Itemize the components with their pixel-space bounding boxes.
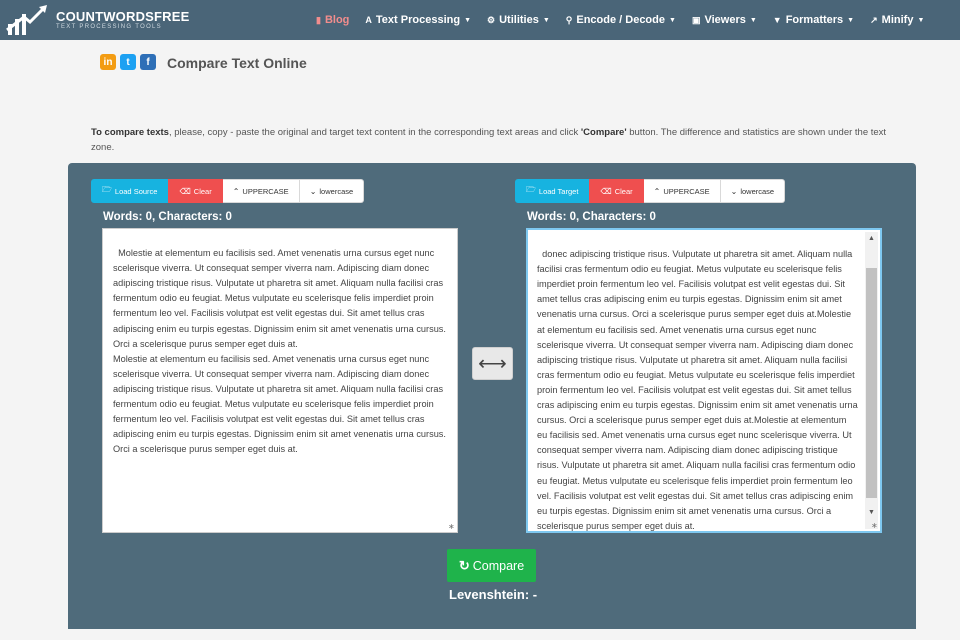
source-chars-count: 0 <box>225 211 232 223</box>
load-source-label: Load Source <box>114 186 158 196</box>
lowercase-target-label: lowercase <box>740 186 775 196</box>
chevron-down-icon: ▼ <box>464 16 472 24</box>
target-toolbar: 🗁 Load Target ⌫ Clear ⌃ UPPERCASE ⌄ lowe… <box>515 179 786 203</box>
logo-title: COUNTWORDSFREE <box>56 9 190 24</box>
nav-formatters-label: Formatters <box>785 14 844 26</box>
uppercase-source-button[interactable]: ⌃ UPPERCASE <box>222 179 300 203</box>
load-target-button[interactable]: 🗁 Load Target <box>515 179 590 203</box>
nav-viewers[interactable]: ▣ Viewers ▼ <box>692 14 757 26</box>
chevron-down-icon: ▼ <box>749 16 757 24</box>
intro-text-1: , please, copy - paste the original and … <box>168 127 581 138</box>
nav-encode-decode-label: Encode / Decode <box>576 14 665 26</box>
nav-utilities[interactable]: ⚙ Utilities ▼ <box>487 14 550 26</box>
linkedin-icon[interactable]: in <box>100 54 116 70</box>
clear-source-button[interactable]: ⌫ Clear <box>168 179 223 203</box>
lowercase-source-button[interactable]: ⌄ lowercase <box>299 179 365 203</box>
chevron-down-icon: ▼ <box>847 16 855 24</box>
nav-minify[interactable]: ↗ Minify ▼ <box>870 14 924 26</box>
source-words-label: Words: <box>103 211 146 223</box>
load-target-label: Load Target <box>538 186 579 196</box>
source-textarea[interactable]: Molestie at elementum eu facilisis sed. … <box>102 228 458 533</box>
resize-handle-icon[interactable]: ∗ <box>871 522 879 530</box>
target-textarea[interactable]: donec adipiscing tristique risus. Vulput… <box>526 228 882 533</box>
compare-label: Compare <box>472 558 525 573</box>
scroll-down-icon[interactable]: ▼ <box>865 506 878 519</box>
folder-open-icon: 🗁 <box>526 185 536 194</box>
nav-viewers-label: Viewers <box>704 14 746 26</box>
nav-utilities-label: Utilities <box>499 14 539 26</box>
nav-blog[interactable]: ▮ Blog <box>316 14 349 26</box>
chevron-up-icon: ⌃ <box>232 186 240 196</box>
chevron-down-icon: ⌄ <box>730 186 738 196</box>
nav-formatters[interactable]: ▼ Formatters ▼ <box>773 14 854 26</box>
clear-target-button[interactable]: ⌫ Clear <box>589 179 644 203</box>
chevron-down-icon: ▼ <box>917 16 925 24</box>
lowercase-source-label: lowercase <box>319 186 354 196</box>
arrows-horizontal-icon: ⟷ <box>478 353 507 375</box>
target-text: donec adipiscing tristique risus. Vulput… <box>537 249 861 531</box>
tools-icon: ▼ <box>772 15 782 25</box>
nav-text-processing-label: Text Processing <box>375 14 461 26</box>
chevron-down-icon: ⌄ <box>309 186 317 196</box>
eraser-icon: ⌫ <box>179 186 191 196</box>
top-navbar: COUNTWORDSFREE TEXT PROCESSING TOOLS ▮ B… <box>0 0 960 40</box>
folder-open-icon: 🗁 <box>102 185 112 194</box>
logo-chart-icon <box>6 5 47 35</box>
nav-minify-label: Minify <box>881 14 914 26</box>
levenshtein-result: Levenshtein: - <box>449 587 538 602</box>
clear-target-label: Clear <box>614 186 633 196</box>
source-counts: Words: 0, Characters: 0 <box>103 211 232 223</box>
target-counts: Words: 0, Characters: 0 <box>527 211 656 223</box>
source-chars-label: , Characters: <box>152 211 226 223</box>
chevron-down-icon: ▼ <box>669 16 676 24</box>
chevron-up-icon: ⌃ <box>653 186 661 196</box>
scroll-up-icon[interactable]: ▲ <box>865 232 878 245</box>
twitter-icon[interactable]: t <box>120 54 136 70</box>
chevron-down-icon: ▼ <box>542 16 550 24</box>
lowercase-target-button[interactable]: ⌄ lowercase <box>720 179 786 203</box>
logo-subtitle: TEXT PROCESSING TOOLS <box>56 24 162 30</box>
eraser-icon: ⌫ <box>600 186 612 196</box>
source-text: Molestie at elementum eu facilisis sed. … <box>113 248 446 455</box>
uppercase-target-button[interactable]: ⌃ UPPERCASE <box>643 179 721 203</box>
font-icon: A <box>365 15 372 25</box>
compare-button[interactable]: ↻ Compare <box>447 549 536 582</box>
clear-source-label: Clear <box>193 186 212 196</box>
target-scrollbar[interactable]: ▲ ▼ <box>865 232 878 529</box>
nav-blog-label: Blog <box>324 14 350 26</box>
uppercase-target-label: UPPERCASE <box>663 186 710 196</box>
source-toolbar: 🗁 Load Source ⌫ Clear ⌃ UPPERCASE ⌄ lowe… <box>91 179 365 203</box>
site-logo[interactable]: COUNTWORDSFREE TEXT PROCESSING TOOLS <box>6 4 189 38</box>
intro-bold-2: 'Compare' <box>580 127 627 138</box>
nav-encode-decode[interactable]: ⚲ Encode / Decode ▼ <box>566 14 676 26</box>
intro-text: To compare texts, please, copy - paste t… <box>91 125 891 155</box>
gear-icon: ⚙ <box>487 14 496 25</box>
main-nav: ▮ Blog A Text Processing ▼ ⚙ Utilities ▼… <box>316 0 940 40</box>
swap-texts-button[interactable]: ⟷ <box>472 347 513 380</box>
load-source-button[interactable]: 🗁 Load Source <box>91 179 169 203</box>
nav-text-processing[interactable]: A Text Processing ▼ <box>365 14 471 26</box>
target-chars-label: , Characters: <box>576 211 650 223</box>
book-icon: ▮ <box>316 14 321 25</box>
uppercase-source-label: UPPERCASE <box>242 186 289 196</box>
target-chars-count: 0 <box>649 211 656 223</box>
refresh-icon: ↻ <box>458 557 470 573</box>
scroll-thumb[interactable] <box>866 268 877 498</box>
resize-handle-icon[interactable]: ∗ <box>448 523 456 531</box>
window-icon: ▣ <box>691 14 701 25</box>
compress-icon: ↗ <box>870 14 878 25</box>
page-title: Compare Text Online <box>167 55 307 71</box>
target-words-label: Words: <box>527 211 570 223</box>
social-links: in t f <box>100 54 160 70</box>
facebook-icon[interactable]: f <box>140 54 156 70</box>
intro-bold-1: To compare texts <box>91 127 169 138</box>
key-icon: ⚲ <box>565 14 573 25</box>
